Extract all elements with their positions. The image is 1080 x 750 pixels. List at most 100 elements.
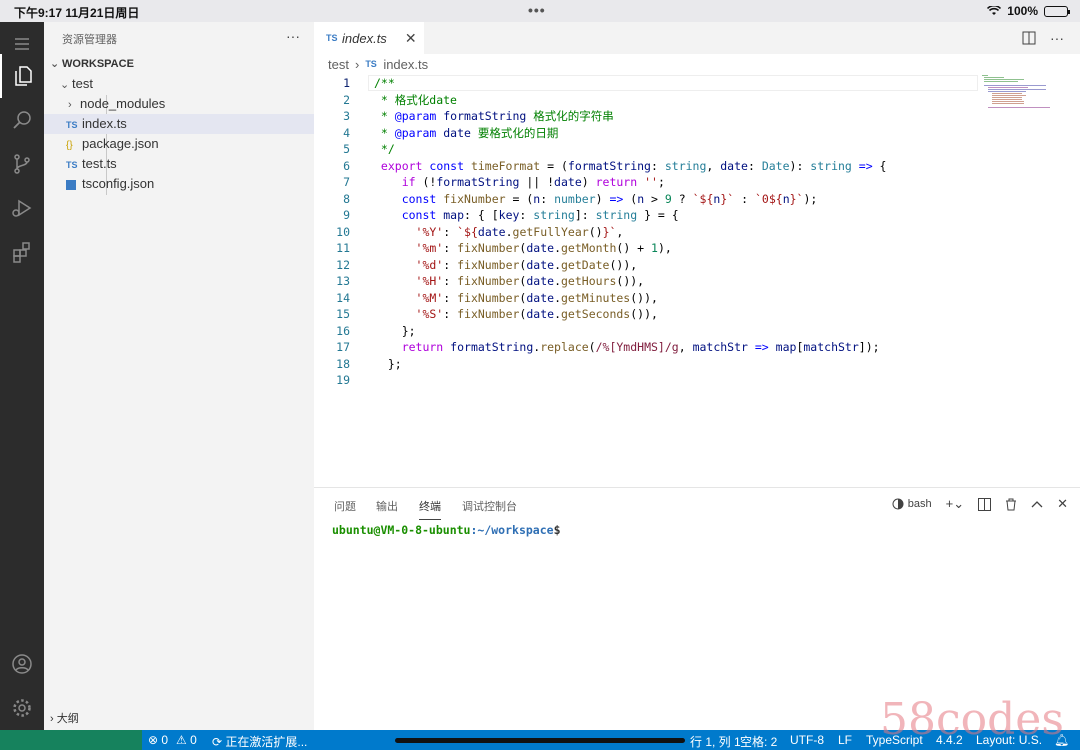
- breadcrumb: test › TS index.ts: [328, 55, 428, 73]
- tab-terminal[interactable]: 终端: [419, 498, 441, 520]
- search-icon[interactable]: [0, 98, 44, 142]
- run-debug-icon[interactable]: [0, 186, 44, 230]
- breadcrumb-file[interactable]: index.ts: [383, 57, 428, 72]
- battery-icon: [1044, 5, 1070, 17]
- code-line[interactable]: export const timeFormat = (formatString:…: [374, 158, 887, 175]
- code-line[interactable]: '%M': fixNumber(date.getMinutes()),: [374, 290, 658, 307]
- prompt-user: ubuntu@VM-0-8-ubuntu: [332, 523, 471, 537]
- activity-status: ⟳ 正在激活扩展...: [212, 733, 307, 750]
- code-line[interactable]: '%H': fixNumber(date.getHours()),: [374, 273, 645, 290]
- breadcrumb-folder[interactable]: test: [328, 57, 349, 72]
- close-panel-icon[interactable]: ✕: [1057, 496, 1068, 512]
- minimap[interactable]: [978, 73, 1080, 487]
- code-line[interactable]: '%Y': `${date.getFullYear()}`,: [374, 224, 624, 241]
- remote-indicator[interactable]: [0, 730, 142, 750]
- errors-count[interactable]: ⊗ 0: [148, 733, 168, 747]
- split-editor-icon[interactable]: [1022, 31, 1036, 45]
- typescript-file-icon: TS: [66, 120, 78, 130]
- line-number: 19: [336, 373, 350, 387]
- code-line[interactable]: };: [374, 323, 416, 340]
- code-line[interactable]: if (!formatString || !date) return '';: [374, 174, 665, 191]
- tree-item-label: index.ts: [82, 116, 127, 131]
- code-line[interactable]: return formatString.replace(/%[YmdHMS]/g…: [374, 339, 880, 356]
- ios-status-right: 100%: [987, 4, 1070, 18]
- panel-actions: bash +⌄ ✕: [892, 496, 1068, 512]
- tree-item-label: node_modules: [80, 96, 166, 111]
- activity-text: 正在激活扩展...: [225, 735, 308, 749]
- folder-label: test: [72, 76, 93, 91]
- ios-time: 下午9:17 11月21日周日: [14, 6, 140, 20]
- close-icon[interactable]: ✕: [405, 30, 417, 47]
- more-actions-icon[interactable]: ···: [1050, 30, 1064, 46]
- line-number: 9: [343, 208, 350, 222]
- code-editor[interactable]: 1 /** 2 * 格式化date 3 * @param formatString…: [314, 73, 1080, 487]
- outline-section[interactable]: › 大纲: [44, 710, 314, 730]
- tab-problems[interactable]: 问题: [334, 498, 356, 514]
- end-of-line[interactable]: LF: [838, 733, 852, 747]
- line-number: 8: [343, 191, 350, 206]
- code-line[interactable]: */: [374, 141, 395, 158]
- code-line[interactable]: '%d': fixNumber(date.getDate()),: [374, 257, 638, 274]
- code-line[interactable]: * @param formatString 格式化的字符串: [374, 108, 614, 125]
- chevron-down-icon: ⌄: [50, 58, 60, 70]
- shell-name: bash: [907, 498, 932, 510]
- code-line[interactable]: };: [374, 356, 402, 373]
- tree-item-test-ts[interactable]: TS test.ts: [44, 154, 314, 174]
- warnings-count[interactable]: ⚠ 0: [176, 733, 197, 747]
- multitask-dots[interactable]: •••: [528, 2, 546, 18]
- tree-item-package-json[interactable]: {} package.json: [44, 134, 314, 154]
- indentation[interactable]: 空格: 2: [740, 733, 777, 750]
- explorer-sidebar: 资源管理器 ··· ⌄ WORKSPACE ⌄ test › node_modules…: [44, 22, 314, 730]
- tree-item-tsconfig[interactable]: tsconfig.json: [44, 174, 314, 194]
- tab-index-ts[interactable]: TS index.ts ✕: [314, 22, 424, 54]
- line-number: 11: [336, 241, 350, 255]
- tree-item-index-ts[interactable]: TS index.ts: [44, 114, 314, 134]
- split-terminal-icon[interactable]: [978, 497, 992, 511]
- tsconfig-file-icon: [66, 179, 76, 190]
- line-number: 12: [336, 257, 350, 272]
- current-line-highlight: [368, 75, 978, 91]
- cursor-position[interactable]: 行 1, 列 1: [690, 733, 741, 750]
- tree-folder-test[interactable]: ⌄ test: [44, 74, 314, 94]
- tab-output[interactable]: 输出: [376, 498, 398, 514]
- terminal-prompt[interactable]: ubuntu@VM-0-8-ubuntu:~/workspace$: [332, 523, 561, 537]
- terminal-selector[interactable]: bash: [892, 498, 932, 510]
- code-line[interactable]: * @param date 要格式化的日期: [374, 125, 558, 142]
- code-line[interactable]: const fixNumber = (n: number) => (n > 9 …: [374, 191, 818, 208]
- workspace-header[interactable]: ⌄ WORKSPACE: [44, 54, 314, 74]
- tab-debug-console[interactable]: 调试控制台: [462, 498, 517, 514]
- code-line[interactable]: '%m': fixNumber(date.getMonth() + 1),: [374, 240, 672, 257]
- line-number: 4: [343, 125, 350, 140]
- chevron-up-icon[interactable]: [1031, 500, 1043, 508]
- line-number: 1: [343, 76, 350, 90]
- editor-actions: ···: [1022, 22, 1080, 54]
- prompt-path: :~/workspace: [470, 523, 554, 537]
- account-icon[interactable]: [0, 642, 44, 686]
- extensions-icon[interactable]: [0, 230, 44, 274]
- code-line[interactable]: const map: { [key: string]: string } = {: [374, 207, 679, 224]
- breadcrumb-separator: ›: [354, 56, 360, 72]
- code-line[interactable]: '%S': fixNumber(date.getSeconds()),: [374, 306, 658, 323]
- explorer-icon[interactable]: [0, 54, 44, 98]
- settings-gear-icon[interactable]: [0, 686, 44, 730]
- line-number: 10: [336, 224, 350, 239]
- tree-item-node-modules[interactable]: › node_modules: [44, 94, 314, 114]
- line-number: 18: [336, 356, 350, 371]
- line-number: 17: [336, 340, 350, 354]
- code-line[interactable]: /**: [374, 75, 395, 92]
- tab-label: index.ts: [342, 30, 387, 46]
- editor-tab-bar: TS index.ts ✕ ···: [314, 22, 1080, 54]
- home-indicator[interactable]: [395, 738, 685, 743]
- line-number: 15: [336, 307, 350, 321]
- line-number: 13: [336, 274, 350, 288]
- code-line[interactable]: * 格式化date: [374, 92, 457, 109]
- new-terminal-icon[interactable]: +⌄: [946, 496, 964, 512]
- watermark: 58codes: [880, 694, 1064, 745]
- more-actions-button[interactable]: ···: [286, 28, 300, 44]
- trash-icon[interactable]: [1005, 498, 1017, 511]
- source-control-icon[interactable]: [0, 142, 44, 186]
- sync-icon: ⟳: [212, 735, 226, 749]
- encoding[interactable]: UTF-8: [790, 733, 824, 747]
- line-number: 3: [343, 109, 350, 123]
- outline-label: 大纲: [56, 713, 79, 725]
